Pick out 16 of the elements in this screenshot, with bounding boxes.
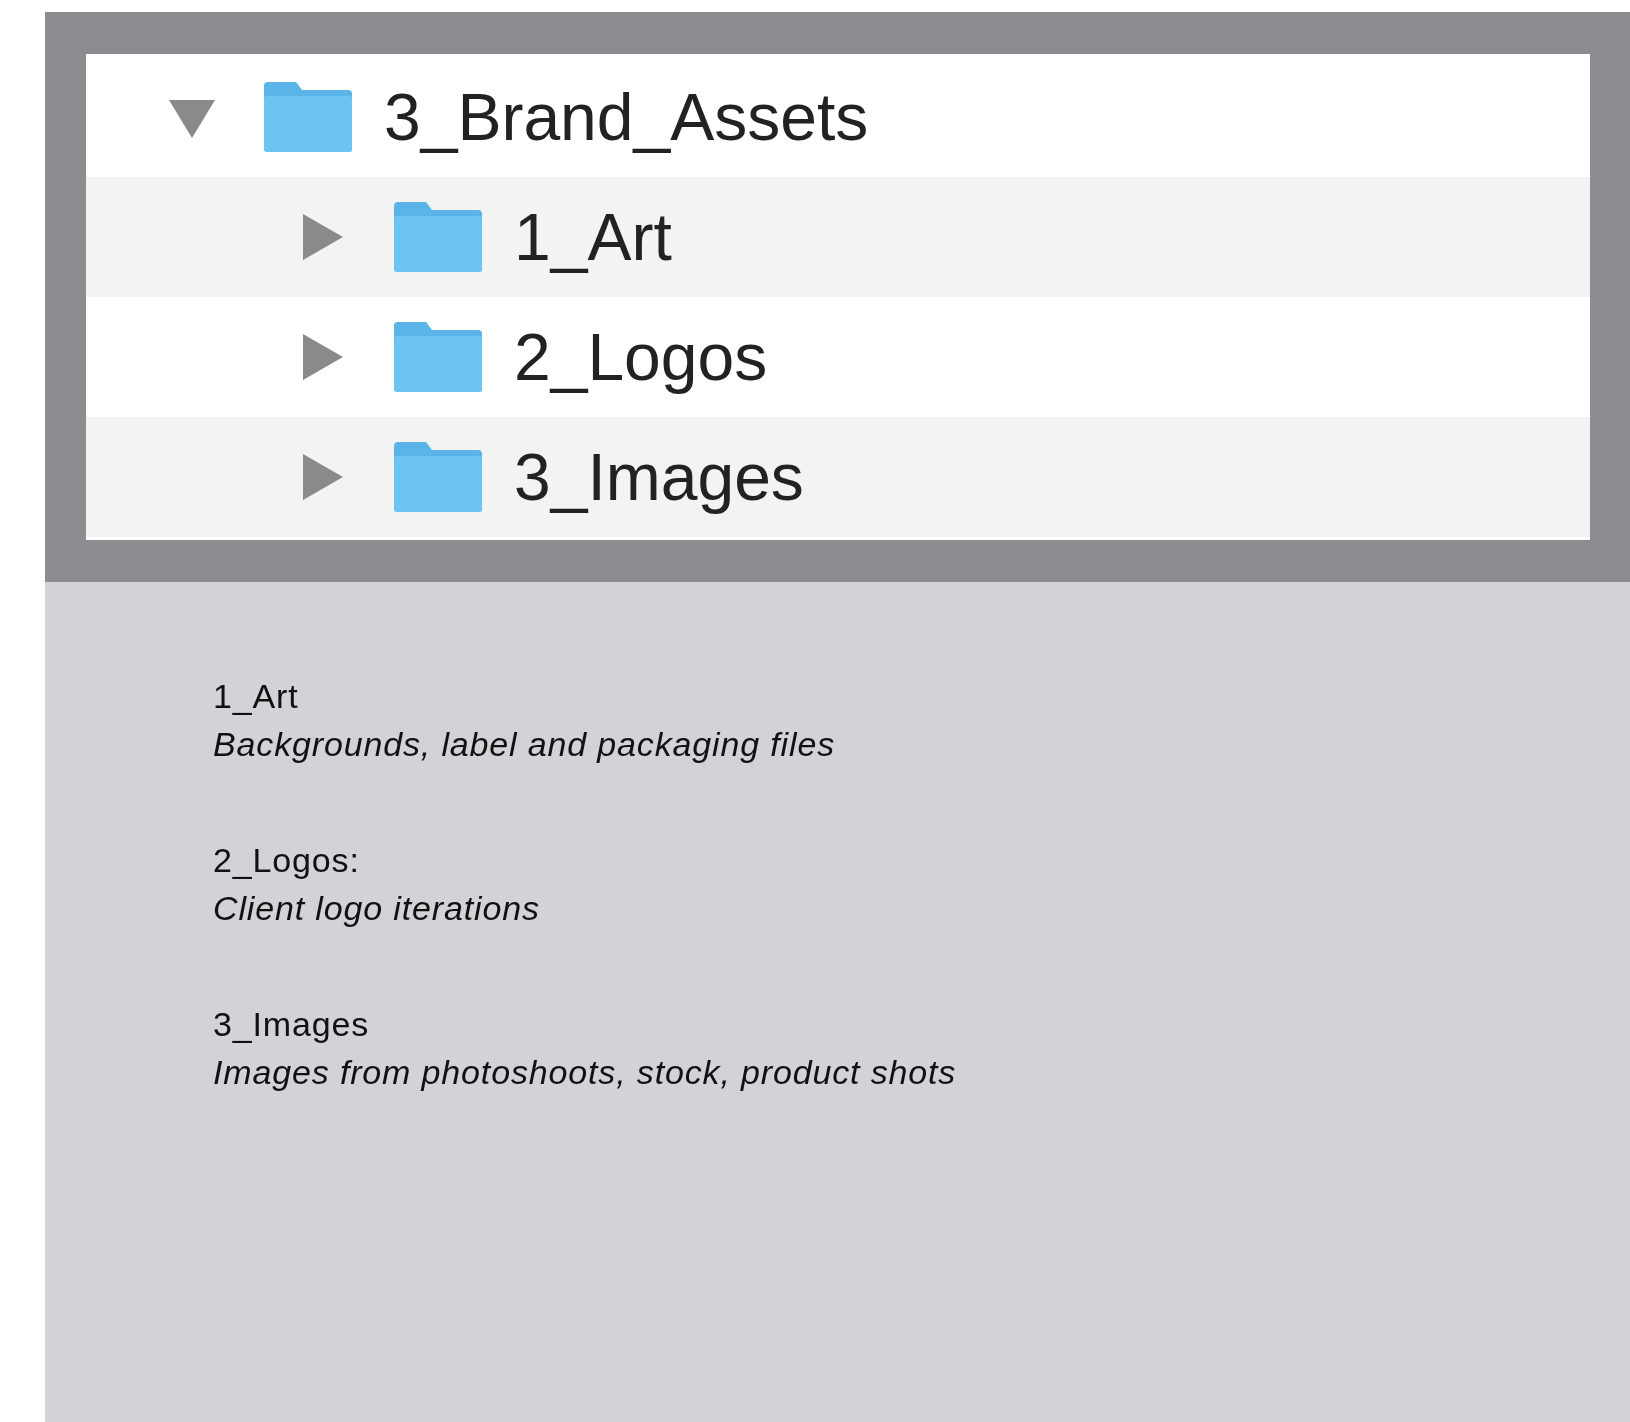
folder-name: 1_Art — [514, 198, 672, 276]
folder-name: 2_Logos — [514, 318, 768, 396]
folder-icon — [262, 80, 354, 154]
note-description: Client logo iterations — [213, 888, 541, 929]
folder-name: 3_Brand_Assets — [384, 78, 869, 156]
note-description: Backgrounds, label and packaging files — [213, 724, 837, 765]
note-description: Images from photoshoots, stock, product shots — [213, 1052, 958, 1093]
tree-row[interactable]: 1_Art — [86, 177, 1590, 297]
folder-icon — [392, 320, 484, 394]
tree-row[interactable]: 3_Images — [86, 417, 1590, 537]
note-title: 2_Logos: — [213, 840, 361, 881]
note-title: 3_Images — [213, 1004, 371, 1045]
folder-icon — [392, 440, 484, 514]
note-title: 1_Art — [213, 676, 300, 717]
folder-name: 3_Images — [514, 438, 804, 516]
folder-icon — [392, 200, 484, 274]
